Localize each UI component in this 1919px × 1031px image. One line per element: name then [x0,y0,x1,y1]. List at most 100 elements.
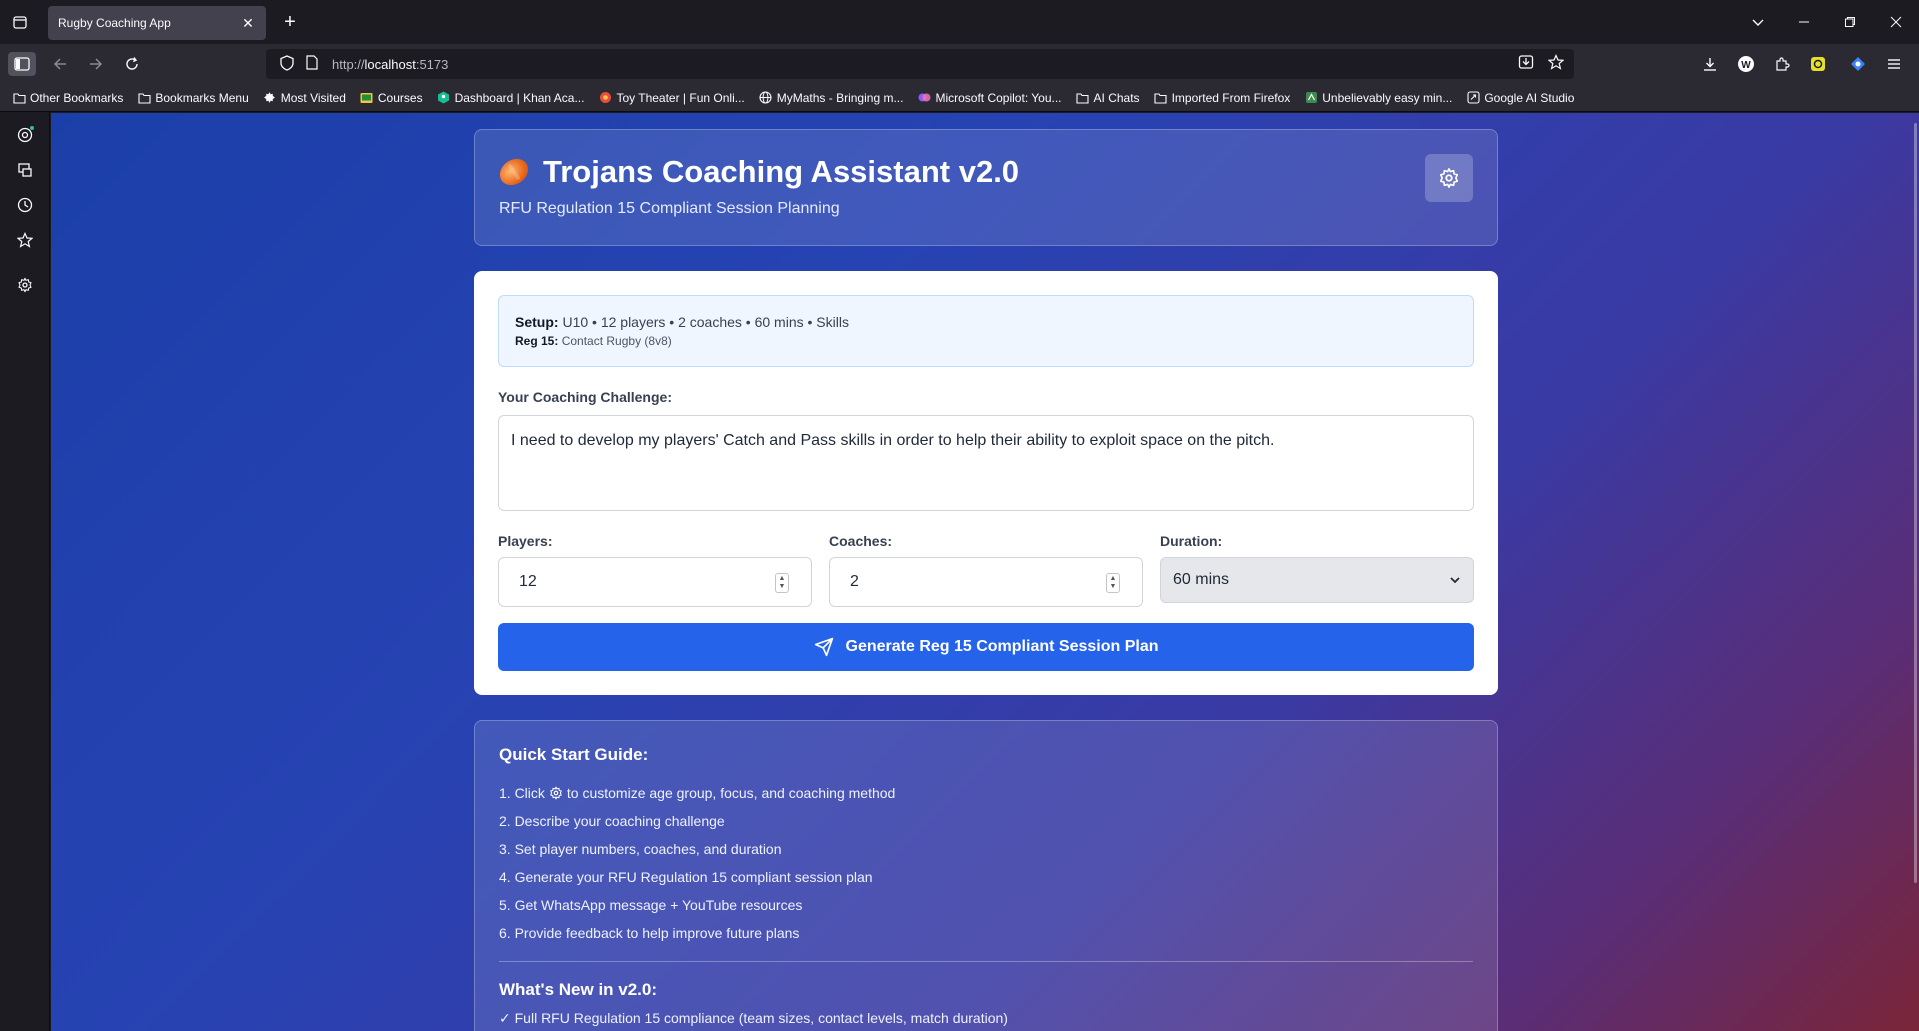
svg-text:W: W [1741,60,1751,71]
coaches-input[interactable]: 2 ▲ ▼ [829,557,1143,607]
bookmark-label: MyMaths - Bringing m... [776,90,904,105]
url-port: :5173 [415,56,449,72]
downloads-icon[interactable] [1696,52,1724,76]
app-header-card: Trojans Coaching Assistant v2.0 RFU Regu… [474,129,1498,246]
extensions-puzzle-icon[interactable] [1768,52,1796,76]
extension-yellow-icon[interactable] [1804,52,1832,76]
close-tab-icon[interactable]: ✕ [240,15,256,31]
bookmark-label: Most Visited [280,90,346,105]
bookmark-label: AI Chats [1093,90,1140,105]
extension-blue-icon[interactable] [1844,52,1872,76]
reg15-line: Reg 15: Contact Rugby (8v8) [515,334,1457,348]
bookmark-item[interactable]: Microsoft Copilot: You... [917,90,1062,105]
app-title: Trojans Coaching Assistant v2.0 [494,153,1020,191]
reg15-label: Reg 15: [515,334,559,348]
close-window-icon[interactable] [1873,0,1919,44]
bookmark-item[interactable]: Courses [360,91,423,105]
tab-list-icon[interactable] [10,12,30,32]
forward-icon[interactable] [82,52,110,76]
browser-sidebar [0,112,50,1031]
setup-summary-text: U10 • 12 players • 2 coaches • 60 mins •… [562,314,849,330]
browser-tab[interactable]: Rugby Coaching App ✕ [48,6,266,40]
guide-divider [499,961,1473,962]
new-tab-icon[interactable]: + [280,12,300,32]
bookmark-item[interactable]: AI Chats [1076,91,1140,105]
rugby-ball-icon [494,153,534,191]
bookmark-label: Microsoft Copilot: You... [935,90,1062,105]
players-spinner-icon[interactable]: ▲ ▼ [775,573,789,593]
players-input[interactable]: 12 ▲ ▼ [498,557,812,607]
bookmark-item[interactable]: Imported From Firefox [1154,90,1291,105]
bookmark-item[interactable]: Toy Theater | Fun Onli... [598,90,745,105]
inline-gear-icon [550,786,562,800]
browser-tab-bar: Rugby Coaching App ✕ + [0,0,1919,44]
bookmarks-star-icon[interactable] [14,229,36,251]
reg15-value: Contact Rugby (8v8) [561,334,672,348]
tab-title: Rugby Coaching App [58,16,171,30]
guide-step-1: 1. Click to customize age group, focus, … [499,779,1473,807]
folder-icon [1076,91,1090,105]
bookmark-label: Unbelievably easy min... [1322,90,1453,105]
bookmark-item[interactable]: MyMaths - Bringing m... [759,90,904,105]
guide-steps: 2. Describe your coaching challenge 3. Se… [499,807,1473,947]
bookmark-item[interactable]: Google AI Studio [1466,91,1574,105]
duration-select[interactable]: 60 mins [1160,557,1474,603]
window-controls [1735,0,1919,44]
bookmark-label: Dashboard | Khan Aca... [454,90,585,105]
bookmark-item[interactable]: Most Visited [263,91,346,105]
folder-icon [1154,91,1168,105]
tracking-shield-icon[interactable] [280,54,294,74]
bookmark-item[interactable]: Other Bookmarks [12,91,123,105]
settings-gear-icon [1439,168,1459,188]
bookmark-label: Google AI Studio [1484,90,1575,105]
generate-session-button[interactable]: Generate Reg 15 Compliant Session Plan [498,623,1474,671]
whats-new-item: ✓ Full RFU Regulation 15 compliance (tea… [499,1010,1008,1026]
back-icon[interactable] [46,52,74,76]
challenge-label: Your Coaching Challenge: [498,389,672,405]
app-menu-icon[interactable] [1880,52,1908,76]
chevron-down-icon [1450,577,1460,584]
bookmark-item[interactable]: Unbelievably easy min... [1304,91,1452,105]
app-subtitle: RFU Regulation 15 Compliant Session Plan… [499,200,840,217]
synced-tabs-icon[interactable] [14,159,36,181]
site-icon [1304,91,1318,105]
save-page-icon[interactable] [1518,54,1534,73]
bookmark-label: Bookmarks Menu [155,90,249,105]
bookmark-label: Toy Theater | Fun Onli... [616,90,745,105]
app-title-text: Trojans Coaching Assistant v2.0 [543,154,1020,189]
reload-icon[interactable] [118,52,146,76]
folder-icon [137,91,151,105]
khan-icon [437,91,451,105]
coaches-spinner-icon[interactable]: ▲ ▼ [1106,573,1120,593]
sidebar-toggle-icon[interactable] [8,52,36,76]
page-scrollbar[interactable] [1914,123,1917,883]
send-icon [814,637,833,657]
ai-chatbot-icon[interactable] [14,124,36,146]
history-icon[interactable] [14,194,36,216]
list-all-tabs-icon[interactable] [1735,0,1781,44]
minimize-icon[interactable] [1781,0,1827,44]
quick-start-title: Quick Start Guide: [499,745,649,764]
coaches-label: Coaches: [829,533,893,549]
whats-new-list: ✓ Full RFU Regulation 15 compliance (tea… [499,1004,1473,1031]
bookmarks-toolbar: Other Bookmarks Bookmarks Menu Most Visite… [0,84,1919,112]
url-scheme: http:// [332,56,365,72]
bookmark-label: Other Bookmarks [30,90,124,105]
guide-step-1-post: to customize age group, focus, and coach… [566,785,896,801]
settings-button[interactable] [1425,154,1473,202]
url-bar[interactable]: http://localhost:5173 [266,49,1574,79]
setup-label: Setup: [515,314,559,330]
extension-w-icon[interactable]: W [1732,52,1760,76]
bookmark-star-icon[interactable] [1547,54,1565,73]
setup-line: Setup: U10 • 12 players • 2 coaches • 60… [515,314,1457,330]
setup-summary: Setup: U10 • 12 players • 2 coaches • 60… [498,295,1474,367]
page-info-icon[interactable] [306,55,318,73]
bookmark-item[interactable]: Bookmarks Menu [137,90,249,105]
bookmark-label: Imported From Firefox [1171,90,1291,105]
challenge-textarea[interactable]: I need to develop my players' Catch and … [498,415,1474,511]
bookmark-item[interactable]: Dashboard | Khan Aca... [437,90,585,105]
quick-start-card: Quick Start Guide: 1. Click to customize… [474,720,1498,1031]
sidebar-settings-icon[interactable] [14,274,36,296]
restore-icon[interactable] [1827,0,1873,44]
coaches-value: 2 [850,573,859,590]
